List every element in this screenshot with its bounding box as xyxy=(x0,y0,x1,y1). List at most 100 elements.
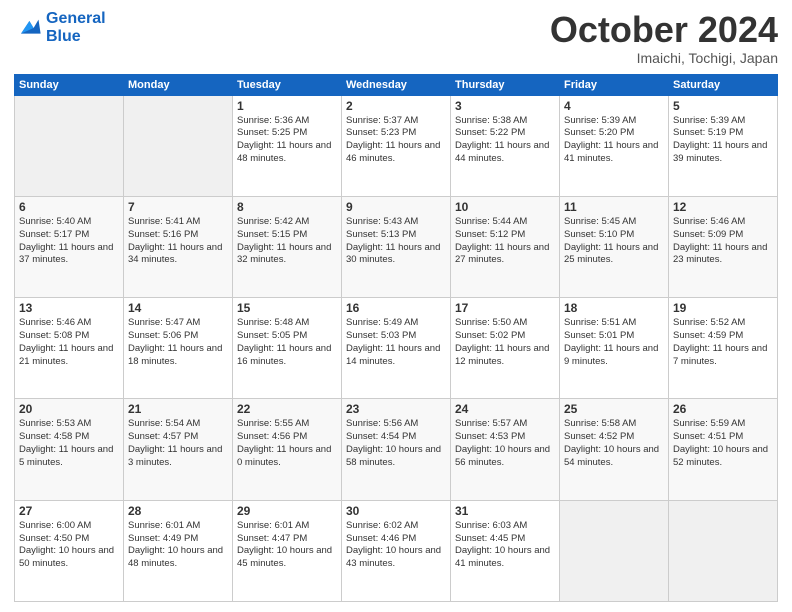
day-info: Sunrise: 5:51 AM xyxy=(564,317,664,330)
day-cell: 27Sunrise: 6:00 AMSunset: 4:50 PMDayligh… xyxy=(15,500,124,601)
day-number: 5 xyxy=(673,99,773,113)
day-number: 13 xyxy=(19,301,119,315)
day-cell xyxy=(669,500,778,601)
day-info: Sunrise: 5:38 AM xyxy=(455,115,555,128)
day-info: Sunrise: 5:56 AM xyxy=(346,418,446,431)
day-number: 29 xyxy=(237,504,337,518)
day-number: 3 xyxy=(455,99,555,113)
day-info: Sunrise: 5:43 AM xyxy=(346,216,446,229)
day-cell: 5Sunrise: 5:39 AMSunset: 5:19 PMDaylight… xyxy=(669,95,778,196)
day-info: Sunset: 4:59 PM xyxy=(673,330,773,343)
day-cell: 26Sunrise: 5:59 AMSunset: 4:51 PMDayligh… xyxy=(669,399,778,500)
day-info: Sunrise: 5:53 AM xyxy=(19,418,119,431)
day-info: Sunrise: 6:00 AM xyxy=(19,520,119,533)
day-info: Daylight: 11 hours and 21 minutes. xyxy=(19,343,119,369)
day-info: Sunset: 4:45 PM xyxy=(455,533,555,546)
day-info: Sunrise: 5:50 AM xyxy=(455,317,555,330)
day-info: Daylight: 10 hours and 58 minutes. xyxy=(346,444,446,470)
day-info: Sunset: 5:13 PM xyxy=(346,229,446,242)
day-info: Sunset: 5:25 PM xyxy=(237,127,337,140)
day-info: Sunrise: 6:02 AM xyxy=(346,520,446,533)
day-number: 22 xyxy=(237,402,337,416)
day-info: Daylight: 10 hours and 54 minutes. xyxy=(564,444,664,470)
day-info: Sunrise: 5:55 AM xyxy=(237,418,337,431)
day-info: Daylight: 11 hours and 34 minutes. xyxy=(128,242,228,268)
day-info: Sunset: 4:56 PM xyxy=(237,431,337,444)
day-info: Daylight: 11 hours and 46 minutes. xyxy=(346,140,446,166)
day-number: 6 xyxy=(19,200,119,214)
day-number: 18 xyxy=(564,301,664,315)
day-info: Sunrise: 5:41 AM xyxy=(128,216,228,229)
day-cell: 9Sunrise: 5:43 AMSunset: 5:13 PMDaylight… xyxy=(342,196,451,297)
day-info: Daylight: 11 hours and 18 minutes. xyxy=(128,343,228,369)
day-info: Sunset: 4:51 PM xyxy=(673,431,773,444)
day-number: 15 xyxy=(237,301,337,315)
day-info: Daylight: 11 hours and 12 minutes. xyxy=(455,343,555,369)
day-info: Daylight: 11 hours and 5 minutes. xyxy=(19,444,119,470)
day-info: Sunset: 5:08 PM xyxy=(19,330,119,343)
day-cell: 2 Sunrise: 5:37 AMSunset: 5:23 PMDaylight… xyxy=(342,95,451,196)
day-info: Sunset: 4:57 PM xyxy=(128,431,228,444)
weekday-thursday: Thursday xyxy=(451,74,560,95)
day-cell: 31Sunrise: 6:03 AMSunset: 4:45 PMDayligh… xyxy=(451,500,560,601)
day-cell: 10Sunrise: 5:44 AMSunset: 5:12 PMDayligh… xyxy=(451,196,560,297)
location: Imaichi, Tochigi, Japan xyxy=(550,50,778,66)
logo: General Blue xyxy=(14,10,106,45)
day-info: Sunset: 5:17 PM xyxy=(19,229,119,242)
day-cell xyxy=(560,500,669,601)
day-info: Sunrise: 5:45 AM xyxy=(564,216,664,229)
day-info: Sunset: 4:54 PM xyxy=(346,431,446,444)
day-info: Daylight: 11 hours and 44 minutes. xyxy=(455,140,555,166)
day-info: Sunset: 4:53 PM xyxy=(455,431,555,444)
day-info: Daylight: 11 hours and 3 minutes. xyxy=(128,444,228,470)
day-number: 12 xyxy=(673,200,773,214)
day-cell: 25Sunrise: 5:58 AMSunset: 4:52 PMDayligh… xyxy=(560,399,669,500)
day-number: 24 xyxy=(455,402,555,416)
day-info: Sunrise: 5:59 AM xyxy=(673,418,773,431)
day-info: Sunset: 5:23 PM xyxy=(346,127,446,140)
day-info: Daylight: 11 hours and 48 minutes. xyxy=(237,140,337,166)
day-info: Daylight: 11 hours and 41 minutes. xyxy=(564,140,664,166)
day-info: Daylight: 11 hours and 39 minutes. xyxy=(673,140,773,166)
day-info: Sunset: 4:52 PM xyxy=(564,431,664,444)
day-info: Daylight: 11 hours and 16 minutes. xyxy=(237,343,337,369)
day-info: Sunset: 5:12 PM xyxy=(455,229,555,242)
day-info: Daylight: 11 hours and 25 minutes. xyxy=(564,242,664,268)
week-row-2: 6Sunrise: 5:40 AMSunset: 5:17 PMDaylight… xyxy=(15,196,778,297)
day-cell: 22Sunrise: 5:55 AMSunset: 4:56 PMDayligh… xyxy=(233,399,342,500)
day-info: Sunset: 5:02 PM xyxy=(455,330,555,343)
day-info: Daylight: 10 hours and 52 minutes. xyxy=(673,444,773,470)
weekday-tuesday: Tuesday xyxy=(233,74,342,95)
weekday-sunday: Sunday xyxy=(15,74,124,95)
day-info: Daylight: 11 hours and 7 minutes. xyxy=(673,343,773,369)
day-cell: 24Sunrise: 5:57 AMSunset: 4:53 PMDayligh… xyxy=(451,399,560,500)
day-number: 31 xyxy=(455,504,555,518)
day-info: Daylight: 10 hours and 56 minutes. xyxy=(455,444,555,470)
day-info: Daylight: 10 hours and 48 minutes. xyxy=(128,545,228,571)
day-cell: 1Sunrise: 5:36 AMSunset: 5:25 PMDaylight… xyxy=(233,95,342,196)
day-cell xyxy=(15,95,124,196)
day-cell: 16Sunrise: 5:49 AMSunset: 5:03 PMDayligh… xyxy=(342,298,451,399)
day-info: Sunrise: 5:36 AM xyxy=(237,115,337,128)
week-row-4: 20Sunrise: 5:53 AMSunset: 4:58 PMDayligh… xyxy=(15,399,778,500)
day-info: Sunrise: 6:01 AM xyxy=(128,520,228,533)
day-number: 20 xyxy=(19,402,119,416)
day-info: Daylight: 10 hours and 45 minutes. xyxy=(237,545,337,571)
day-number: 2 xyxy=(346,99,446,113)
day-cell: 12Sunrise: 5:46 AMSunset: 5:09 PMDayligh… xyxy=(669,196,778,297)
day-number: 8 xyxy=(237,200,337,214)
day-cell: 4Sunrise: 5:39 AMSunset: 5:20 PMDaylight… xyxy=(560,95,669,196)
day-number: 11 xyxy=(564,200,664,214)
day-info: Sunrise: 5:37 AM xyxy=(346,115,446,128)
day-cell: 6Sunrise: 5:40 AMSunset: 5:17 PMDaylight… xyxy=(15,196,124,297)
day-info: Sunset: 4:46 PM xyxy=(346,533,446,546)
weekday-wednesday: Wednesday xyxy=(342,74,451,95)
day-info: Daylight: 11 hours and 32 minutes. xyxy=(237,242,337,268)
title-block: October 2024 Imaichi, Tochigi, Japan xyxy=(550,10,778,66)
day-cell: 17Sunrise: 5:50 AMSunset: 5:02 PMDayligh… xyxy=(451,298,560,399)
day-cell: 11Sunrise: 5:45 AMSunset: 5:10 PMDayligh… xyxy=(560,196,669,297)
header: General Blue October 2024 Imaichi, Tochi… xyxy=(14,10,778,66)
day-info: Sunset: 5:09 PM xyxy=(673,229,773,242)
day-info: Sunrise: 6:01 AM xyxy=(237,520,337,533)
day-info: Daylight: 11 hours and 30 minutes. xyxy=(346,242,446,268)
